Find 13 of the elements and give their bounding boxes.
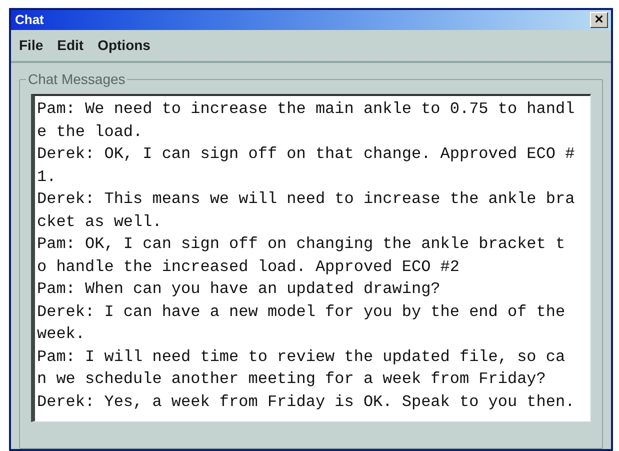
chat-message: Derek: I can have a new model for you by the end of the week. (37, 302, 566, 345)
window-title: Chat (15, 11, 44, 30)
chat-message: Pam: When can you have an updated drawing? (37, 279, 442, 300)
chat-message: Pam: OK, I can sign off on changing the ankle bracket to handle the increased load. Approved ECO #2 (37, 234, 566, 278)
menu-item[interactable]: Edit (57, 35, 84, 56)
chat-message: Pam: We need to increase the main ankle to 0.75 to handle the load. (37, 99, 575, 142)
menu-item[interactable]: Options (98, 35, 150, 56)
close-button[interactable]: × (590, 12, 608, 28)
menu-item[interactable]: File (19, 35, 44, 56)
chat-message: Derek: Yes, a week from Friday is OK. Speak to you then. (37, 392, 575, 412)
chat-message: Derek: OK, I can sign off on that change. Approved ECO #1. (37, 144, 575, 188)
chat-message: Pam: I will need time to review the updated file, so can we schedule another meeting for a week from Friday? (37, 346, 566, 390)
chat-message: Derek: This means we will need to increase the ankle bracket as well. (37, 189, 575, 232)
